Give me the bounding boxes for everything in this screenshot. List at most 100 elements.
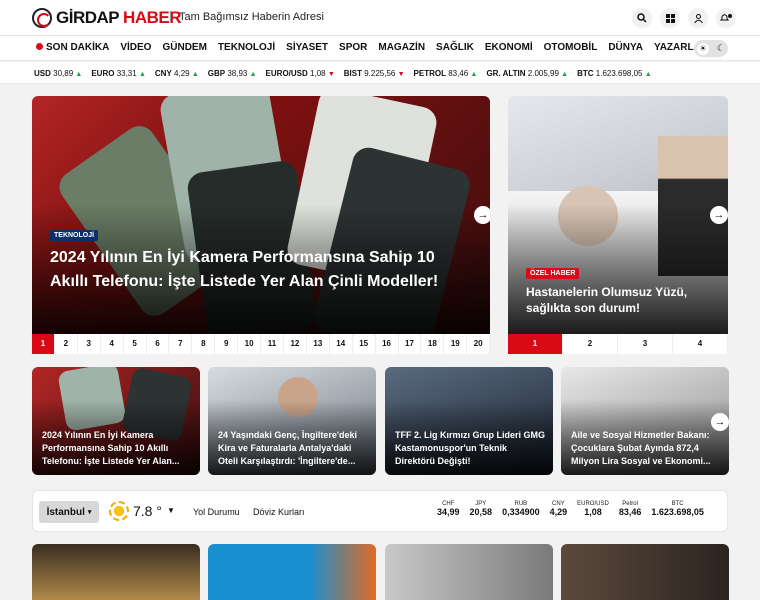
page-button[interactable]: 2 [563,334,618,354]
next-cards-arrow-icon[interactable]: → [711,413,729,431]
hero-slide[interactable]: TEKNOLOJİ 2024 Yılının En İyi Kamera Per… [32,96,490,334]
page-button[interactable]: 10 [238,334,262,354]
news-card[interactable]: Aile ve Sosyal Hizmetler Bakanı: Çocukla… [561,367,729,475]
news-card[interactable] [208,544,376,600]
ticker-item[interactable]: EURO 33,31 ▲ [91,69,146,78]
news-card[interactable] [385,544,553,600]
side-slide[interactable]: ÖZEL HABER Hastanelerin Olumsuz Yüzü, sa… [508,96,728,334]
up-arrow-icon: ▲ [249,71,257,78]
nav-item-son-dakika[interactable]: SON DAKİKA [36,42,109,53]
down-arrow-icon: ▼ [397,71,405,78]
category-badge[interactable]: TEKNOLOJİ [50,230,99,241]
page-button[interactable]: 8 [192,334,216,354]
page-button[interactable]: 14 [330,334,353,354]
nav-item-saglik[interactable]: SAĞLIK [436,42,474,53]
nav-item-magazin[interactable]: MAGAZİN [378,42,425,53]
nav-item-gundem[interactable]: GÜNDEM [162,42,206,53]
sun-icon: ☀ [697,42,709,55]
up-arrow-icon: ▲ [191,71,199,78]
site-slogan: Tam Bağımsız Haberin Adresi [170,11,324,23]
ticker-item[interactable]: GBP 38,93 ▲ [208,69,257,78]
next-slide-arrow-icon[interactable]: → [474,206,490,224]
nav-item-spor[interactable]: SPOR [339,42,367,53]
side-pagination: 1 2 3 4 [508,334,728,354]
card-headline: 2024 Yılının En İyi Kamera Performansına… [42,430,180,466]
page-button[interactable]: 4 [101,334,124,354]
chevron-down-icon: ▾ [87,509,92,516]
fx-rates: CHF 34,99 JPY 20,58 RUB 0,334900 CNY 4,29 EU… [437,501,704,517]
down-arrow-icon: ▼ [327,71,335,78]
category-badge[interactable]: ÖZEL HABER [526,268,580,279]
ticker-item[interactable]: GR. ALTIN 2.005,99 ▲ [486,69,568,78]
live-dot-icon [36,43,43,50]
page-button[interactable]: 5 [124,334,147,354]
page-button[interactable]: 20 [467,334,491,354]
side-headline[interactable]: Hastanelerin Olumsuz Yüzü, sağlıkta son … [526,284,716,316]
weather-bar: İstanbul ▾ 7.8 ° ▼ Yol Durumu Döviz Kurla… [32,490,728,532]
ticker-item[interactable]: USD 30,89 ▲ [34,69,82,78]
page-button[interactable]: 1 [32,334,55,354]
logo-mark-icon [32,8,52,28]
news-card[interactable]: TFF 2. Lig Kırmızı Grup Lideri GMG Kasta… [385,367,553,475]
ticker-item[interactable]: BTC 1.623.698,05 ▲ [577,69,652,78]
page-button[interactable]: 3 [618,334,673,354]
moon-icon: ☾ [716,43,725,53]
page-button[interactable]: 11 [261,334,284,354]
page-button[interactable]: 17 [399,334,422,354]
grid-icon[interactable] [660,8,680,28]
road-status-link[interactable]: Yol Durumu [193,507,240,517]
next-slide-arrow-icon[interactable]: → [710,206,728,224]
page-button[interactable]: 3 [78,334,101,354]
news-card[interactable] [561,544,729,600]
ticker-item[interactable]: BIST 9.225,56 ▼ [344,69,405,78]
page-button[interactable]: 15 [353,334,376,354]
sunny-icon [109,501,129,521]
up-arrow-icon: ▲ [470,71,478,78]
fx-rates-link[interactable]: Döviz Kurları [253,507,305,517]
page-button[interactable]: 19 [444,334,468,354]
site-logo[interactable]: GİRDAP HABER [32,8,181,28]
temperature: 7.8 ° [133,503,162,519]
nav-item-dunya[interactable]: DÜNYA [608,42,643,53]
nav-item-video[interactable]: VİDEO [120,42,151,53]
up-arrow-icon: ▲ [75,71,83,78]
header: GİRDAP HABER Tam Bağımsız Haberin Adresi [0,0,760,36]
page-button[interactable]: 7 [169,334,193,354]
news-card[interactable]: 24 Yaşındaki Genç, İngiltere'deki Kira v… [208,367,376,475]
page-button[interactable]: 16 [376,334,399,354]
city-select[interactable]: İstanbul ▾ [39,501,99,523]
logo-text-girdap: GİRDAP [56,8,119,27]
caret-down-icon[interactable]: ▼ [167,506,175,515]
page-button[interactable]: 2 [55,334,78,354]
page-button[interactable]: 6 [147,334,170,354]
user-icon[interactable] [688,8,708,28]
rate-item: EURO/USD 1,08 [577,501,609,517]
search-icon[interactable] [632,8,652,28]
news-card[interactable] [32,544,200,600]
ticker-item[interactable]: EURO/USD 1,08 ▼ [266,69,335,78]
rate-item: JPY 20,58 [469,501,493,517]
page-button[interactable]: 1 [508,334,563,354]
theme-toggle[interactable]: ☀ ☾ [694,40,728,57]
news-card[interactable]: 2024 Yılının En İyi Kamera Performansına… [32,367,200,475]
market-ticker: USD 30,89 ▲ EURO 33,31 ▲ CNY 4,29 ▲ GBP … [0,62,760,84]
page-button[interactable]: 4 [673,334,728,354]
bell-icon[interactable] [716,8,736,28]
page-button[interactable]: 9 [215,334,239,354]
rate-item: BTC 1.623.698,05 [651,501,704,517]
page-button[interactable]: 12 [284,334,307,354]
nav-item-otomobil[interactable]: OTOMOBİL [544,42,598,53]
main-nav: SON DAKİKA VİDEO GÜNDEM TEKNOLOJİ SİYASE… [0,36,760,61]
hero-headline[interactable]: 2024 Yılının En İyi Kamera Performansına… [50,246,470,294]
page-button[interactable]: 13 [307,334,330,354]
card-headline: Aile ve Sosyal Hizmetler Bakanı: Çocukla… [571,430,711,466]
page-button[interactable]: 18 [421,334,445,354]
rate-item: CHF 34,99 [437,501,460,517]
nav-item-teknoloji[interactable]: TEKNOLOJİ [218,42,275,53]
nav-item-ekonomi[interactable]: EKONOMİ [485,42,533,53]
card-headline: 24 Yaşındaki Genç, İngiltere'deki Kira v… [218,430,358,466]
ticker-item[interactable]: CNY 4,29 ▲ [155,69,199,78]
ticker-item[interactable]: PETROL 83,46 ▲ [414,69,478,78]
nav-item-siyaset[interactable]: SİYASET [286,42,328,53]
up-arrow-icon: ▲ [138,71,146,78]
